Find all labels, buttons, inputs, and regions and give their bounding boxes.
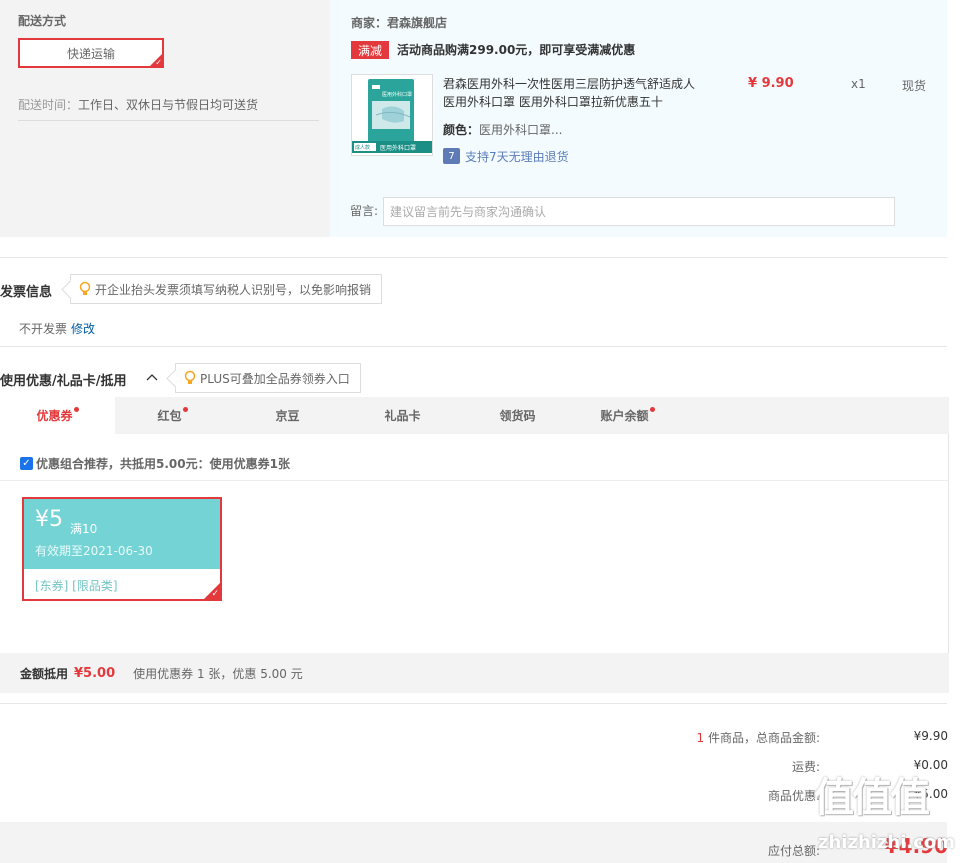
notification-dot: [73, 407, 79, 412]
delivery-time-value: 工作日、双休日与节假日均可送货: [78, 98, 259, 112]
summary-detail: 使用优惠券 1 张，优惠 5.00 元: [133, 666, 303, 681]
product-name-link[interactable]: 君森医用外科一次性医用三层防护透气舒适成人医用外科口罩 医用外科口罩拉新优惠五十: [443, 75, 698, 111]
thumb-top-text: 医用外科口罩: [382, 91, 412, 98]
coupon-condition: 满10: [70, 522, 98, 536]
tab-redeem-code[interactable]: 领货码: [460, 397, 575, 434]
delivery-time-label: 配送时间：: [18, 98, 79, 112]
coupon-header: ¥5 满10 有效期至2021-06-30: [24, 499, 220, 569]
notification-dot: [182, 407, 188, 412]
product-color: 颜色：医用外科口罩...: [443, 121, 562, 138]
thumb-label-left: 成人款: [355, 144, 370, 151]
coupon-card[interactable]: ¥5 满10 有效期至2021-06-30 [东券] [限品类] ✓: [22, 497, 222, 601]
stock-status: 现货: [902, 79, 927, 93]
goods-total-amount: ¥9.90: [913, 729, 948, 743]
shipping-amount: ¥0.00: [913, 758, 948, 772]
tab-account-balance-label: 账户余额: [600, 409, 649, 423]
delivery-time: 配送时间：工作日、双休日与节假日均可送货: [18, 96, 258, 113]
divider: [0, 480, 949, 481]
divider: [18, 120, 319, 121]
remark-label: 留言:: [350, 204, 379, 218]
collapse-chevron-icon[interactable]: [146, 371, 158, 385]
product-quantity: x1: [851, 77, 866, 91]
invoice-status: 不开发票: [19, 322, 68, 336]
tab-coupons-label: 优惠券: [36, 409, 73, 423]
invoice-tip: 开企业抬头发票须填写纳税人识别号，以免影响报销: [70, 274, 383, 304]
invoice-title: 发票信息: [0, 285, 53, 300]
watermark-url: zhizhizhi.com: [818, 832, 956, 853]
product-thumbnail[interactable]: 医用外科口罩 成人款 医用外科口罩: [351, 74, 433, 156]
coupon-expiry: 有效期至2021-06-30: [35, 544, 153, 558]
plus-coupon-tip-text: PLUS可叠加全品券领券入口: [200, 371, 350, 386]
mask-product-image: 医用外科口罩 成人款 医用外科口罩: [352, 75, 432, 155]
goods-count: 1: [696, 731, 705, 745]
lightbulb-icon: [184, 370, 196, 384]
tab-jingdou[interactable]: 京豆: [230, 397, 345, 434]
divider: [0, 703, 947, 704]
tab-gift-card[interactable]: 礼品卡: [345, 397, 460, 434]
coupon-summary: 金额抵用 ¥5.00 使用优惠券 1 张，优惠 5.00 元: [0, 653, 949, 693]
check-icon: ✓: [211, 589, 219, 599]
tab-red-packet[interactable]: 红包: [115, 397, 230, 434]
coupon-amount: ¥5: [35, 507, 63, 532]
goods-total-label: 1 件商品，总商品金额:: [520, 729, 821, 746]
remark-input[interactable]: [383, 197, 895, 226]
combo-recommendation[interactable]: ✓ 优惠组合推荐，共抵用5.00元：使用优惠券1张: [20, 455, 290, 472]
express-delivery-button[interactable]: 快递运输: [18, 38, 164, 68]
seven-day-return-link[interactable]: 支持7天无理由退货: [465, 148, 569, 165]
discount-label: 商品优惠:: [767, 789, 820, 803]
coupon-tags: [东券] [限品类]: [35, 579, 118, 593]
invoice-tip-text: 开企业抬头发票须填写纳税人识别号，以免影响报销: [95, 282, 372, 297]
divider: [0, 257, 947, 258]
merchant-name: 商家：君森旗舰店: [351, 16, 448, 30]
delivery-panel: [0, 0, 330, 237]
goods-count-text: 件商品，总商品金额:: [704, 731, 820, 745]
divider: [0, 346, 947, 347]
lightbulb-icon: [79, 281, 91, 295]
combo-text: 优惠组合推荐，共抵用5.00元：使用优惠券1张: [36, 457, 290, 471]
promo-badge: 满减: [351, 41, 389, 59]
product-color-label: 颜色：: [443, 123, 480, 137]
thumb-label-right: 医用外科口罩: [380, 144, 416, 152]
tab-coupons[interactable]: 优惠券: [0, 397, 115, 434]
plus-coupon-tip[interactable]: PLUS可叠加全品券领券入口: [175, 363, 361, 393]
shipping-label: 运费:: [791, 760, 820, 774]
product-price: ¥ 9.90: [748, 76, 794, 91]
invoice-edit-link[interactable]: 修改: [71, 322, 95, 336]
tab-jingdou-label: 京豆: [275, 409, 300, 423]
promo-text: 活动商品购满299.00元，即可享受满减优惠: [397, 43, 636, 57]
tab-gift-card-label: 礼品卡: [384, 409, 421, 423]
seven-day-return-icon: 7: [443, 148, 460, 164]
tab-red-packet-label: 红包: [157, 409, 182, 423]
pay-total-label: 应付总额:: [767, 844, 820, 858]
invoice-value: 不开发票 修改: [19, 320, 95, 337]
checkbox-checked-icon[interactable]: ✓: [20, 457, 33, 470]
product-color-value: 医用外科口罩...: [479, 123, 563, 137]
notification-dot: [649, 407, 655, 412]
selected-check-icon: [150, 54, 162, 67]
tab-account-balance[interactable]: 账户余额: [570, 397, 685, 434]
tab-redeem-code-label: 领货码: [499, 409, 536, 423]
express-delivery-label: 快递运输: [66, 46, 115, 61]
delivery-title: 配送方式: [18, 14, 67, 28]
summary-amount: ¥5.00: [74, 665, 116, 681]
coupons-title: 使用优惠/礼品卡/抵用: [0, 374, 127, 389]
summary-label: 金额抵用: [20, 666, 69, 681]
